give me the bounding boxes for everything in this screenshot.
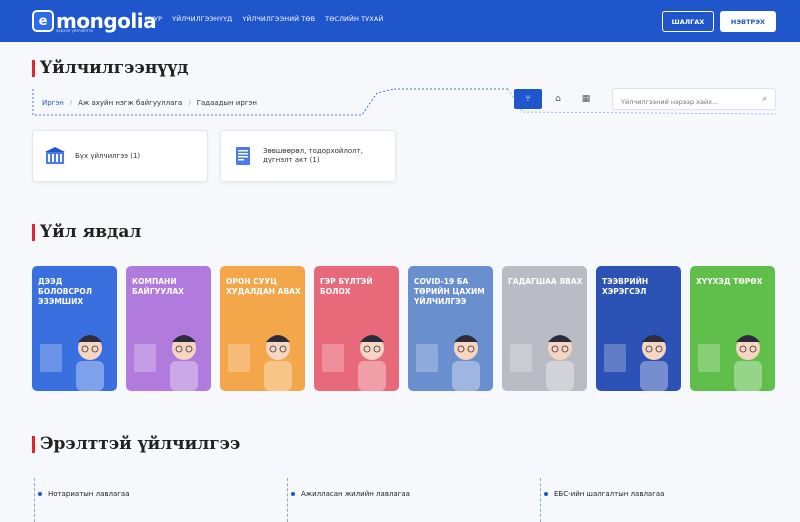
nav-about[interactable]: ТӨСЛИЙН ТУХАЙ xyxy=(325,15,383,23)
life-event-tile-childbirth[interactable]: ХҮҮХЭД ТӨРӨХ xyxy=(690,266,775,391)
search-input[interactable] xyxy=(613,92,753,112)
nav-home[interactable]: НҮҮР xyxy=(145,15,162,23)
category-all-label: Бүх үйлчилгээ (1) xyxy=(75,152,141,160)
life-event-tile-travel-abroad[interactable]: ГАДАГШАА ЯВАХ xyxy=(502,266,587,391)
life-event-label: ОРОН СУУЦ ХУДАЛДАН АВАХ xyxy=(226,277,301,296)
building-icon: ⌂ xyxy=(555,94,561,104)
heading-accent xyxy=(32,223,35,241)
divider xyxy=(287,478,288,522)
life-event-tile-get-married[interactable]: ГЭР БҮЛТЭЙ БОЛОХ xyxy=(314,266,399,391)
services-title: Үйлчилгээнүүд xyxy=(40,58,189,78)
life-event-tile-start-company[interactable]: КОМПАНИ БАЙГУУЛАХ xyxy=(126,266,211,391)
grid-view-button[interactable]: ▦ xyxy=(572,89,600,109)
life-event-label: ДЭЭД БОЛОВСРОЛ ЭЗЭМШИХ xyxy=(38,277,93,306)
life-event-label: COVID-19 БА ТӨРИЙН ЦАХИМ ҮЙЛЧИЛГЭЭ xyxy=(414,277,485,306)
related-item-label: Ажилласан жилийн лавлагаа xyxy=(301,490,410,498)
services-heading: Үйлчилгээнүүд xyxy=(32,58,188,78)
heading-accent xyxy=(32,59,35,77)
life-event-tile-vehicle[interactable]: ТЭЭВРИЙН ХЭРЭГСЭЛ xyxy=(596,266,681,391)
life-event-tile-buy-apartment[interactable]: ОРОН СУУЦ ХУДАЛДАН АВАХ xyxy=(220,266,305,391)
life-event-label: ТЭЭВРИЙН ХЭРЭГСЭЛ xyxy=(602,277,649,296)
life-event-label: ГЭР БҮЛТЭЙ БОЛОХ xyxy=(320,277,373,296)
bullet-icon xyxy=(38,492,42,496)
life-event-label: ХҮҮХЭД ТӨРӨХ xyxy=(696,277,763,286)
breadcrumb-foreigner[interactable]: Гадаадын иргэн xyxy=(197,99,257,107)
logo-badge: e xyxy=(32,10,54,32)
bullet-icon xyxy=(544,492,548,496)
grid-icon: ▦ xyxy=(581,94,591,104)
breadcrumb-citizen[interactable]: Иргэн xyxy=(42,99,64,107)
filter-view-button[interactable]: ⑂ xyxy=(514,89,542,109)
bullet-icon xyxy=(291,492,295,496)
related-item[interactable]: Нотариатын лавлагаа xyxy=(38,490,130,498)
check-button[interactable]: ШАЛГАХ xyxy=(662,11,714,32)
nav-services[interactable]: ҮЙЛЧИЛГЭЭНҮҮД xyxy=(172,15,232,23)
divider xyxy=(34,478,35,522)
heading-accent xyxy=(32,435,35,453)
top-navigation-bar: e mongolia хэрхэн үйлчилгээ НҮҮР ҮЙЛЧИЛГ… xyxy=(0,0,800,42)
life-events-heading: Үйл явдал xyxy=(32,222,141,242)
main-nav: НҮҮР ҮЙЛЧИЛГЭЭНҮҮД ҮЙЛЧИЛГЭЭНИЙ ТӨВ ТӨСЛ… xyxy=(145,15,383,23)
category-all-services[interactable]: Бүх үйлчилгээ (1) xyxy=(32,130,208,182)
emongolia-logo[interactable]: e mongolia хэрхэн үйлчилгээ xyxy=(32,9,157,33)
related-item[interactable]: ЕБС-ийн шалгалтын лавлагаа xyxy=(544,490,664,498)
related-item-label: ЕБС-ийн шалгалтын лавлагаа xyxy=(554,490,665,498)
filter-icon: ⑂ xyxy=(525,94,531,104)
category-permits-label: Зөвшөөрөл, тодорхойлолт, дүгнэлт акт (1) xyxy=(263,147,363,164)
divider xyxy=(540,478,541,522)
institution-icon xyxy=(45,147,65,164)
related-item-label: Нотариатын лавлагаа xyxy=(48,490,130,498)
logo-subtitle: хэрхэн үйлчилгээ xyxy=(56,28,94,33)
life-events-title: Үйл явдал xyxy=(40,222,142,242)
breadcrumb-business[interactable]: Аж ахуйн нэгж байгууллага xyxy=(78,99,182,107)
related-heading: Эрэлттэй үйлчилгээ xyxy=(32,434,240,454)
search-box: ⌕ xyxy=(612,88,776,112)
related-item[interactable]: Ажилласан жилийн лавлагаа xyxy=(291,490,410,498)
life-event-tile-covid-services[interactable]: COVID-19 БА ТӨРИЙН ЦАХИМ ҮЙЛЧИЛГЭЭ xyxy=(408,266,493,391)
document-icon xyxy=(236,147,250,165)
life-event-tile-higher-education[interactable]: ДЭЭД БОЛОВСРОЛ ЭЗЭМШИХ xyxy=(32,266,117,391)
nav-service-center[interactable]: ҮЙЛЧИЛГЭЭНИЙ ТӨВ xyxy=(242,15,315,23)
category-permits[interactable]: Зөвшөөрөл, тодорхойлолт, дүгнэлт акт (1) xyxy=(220,130,396,182)
search-icon[interactable]: ⌕ xyxy=(763,94,767,104)
life-event-label: КОМПАНИ БАЙГУУЛАХ xyxy=(132,277,184,296)
life-event-label: ГАДАГШАА ЯВАХ xyxy=(508,277,583,286)
related-title: Эрэлттэй үйлчилгээ xyxy=(40,434,241,454)
building-view-button[interactable]: ⌂ xyxy=(544,89,572,109)
login-button[interactable]: НЭВТРЭХ xyxy=(720,11,776,32)
